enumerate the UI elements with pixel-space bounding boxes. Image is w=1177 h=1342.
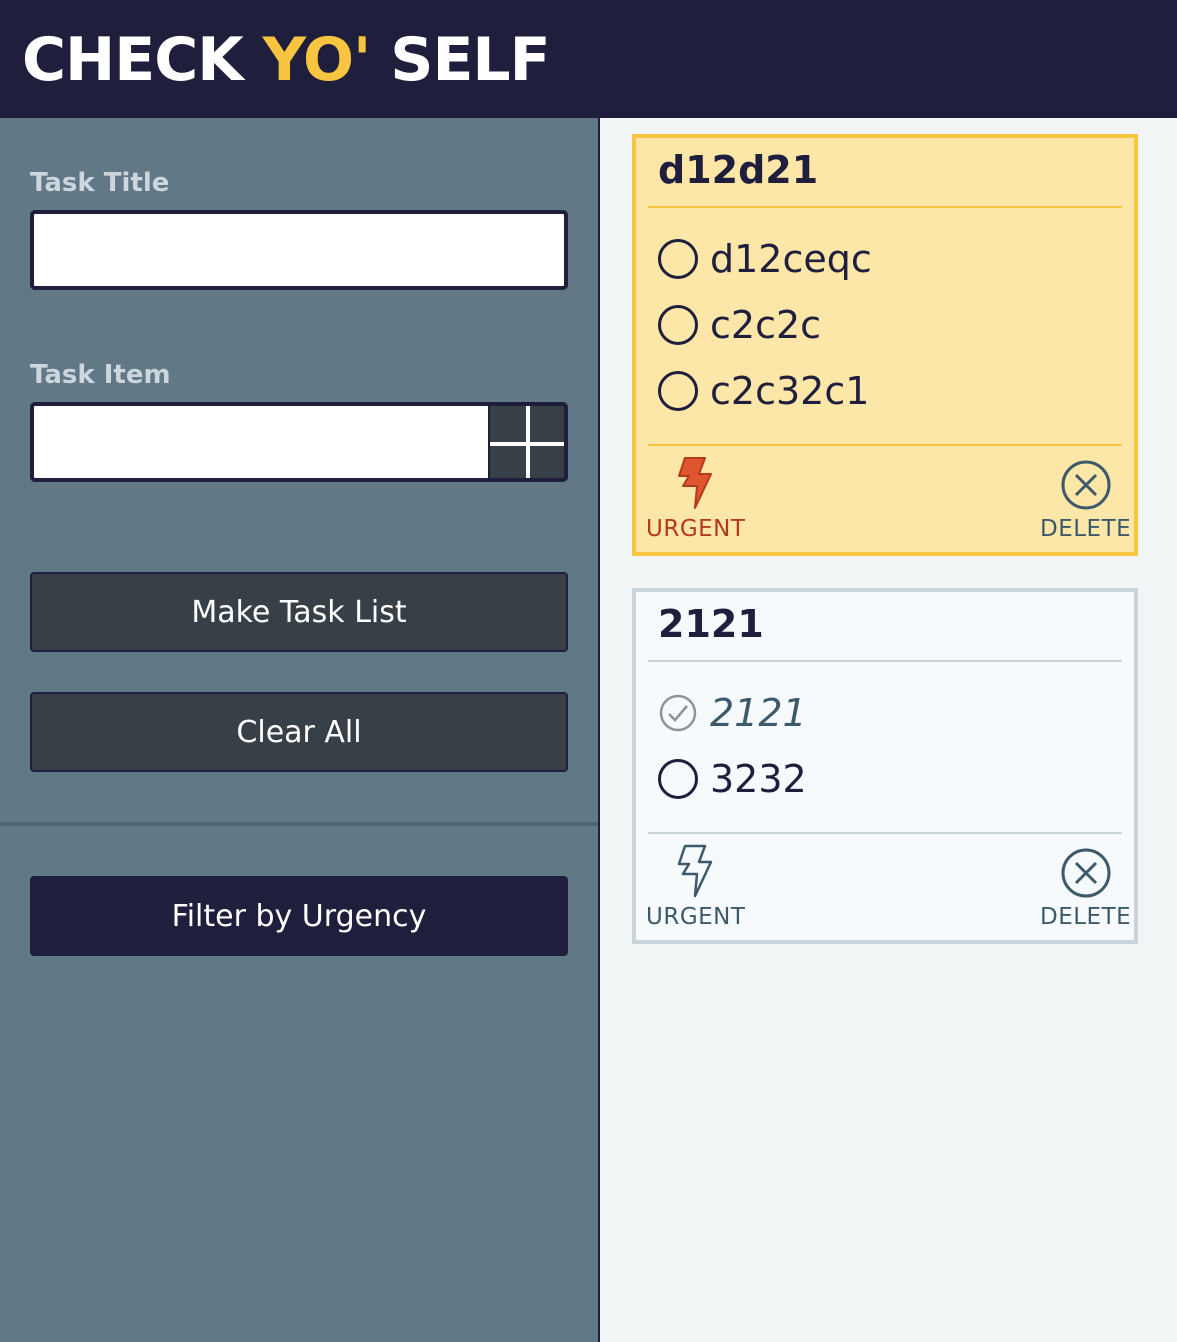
make-task-list-button[interactable]: Make Task List [30, 572, 568, 652]
urgent-button[interactable]: URGENT [646, 456, 745, 542]
task-item-label: Task Item [30, 360, 171, 390]
task-title-input[interactable] [30, 210, 568, 290]
task-item-text: 2121 [710, 691, 807, 735]
app-header: CHECK YO' SELF [0, 0, 1177, 118]
task-item-text: c2c32c1 [710, 369, 870, 413]
card-divider [648, 444, 1122, 446]
task-card-urgent: d12d21 d12ceqc c2c2c c2c32c1 URGENT DELE… [632, 134, 1138, 556]
card-divider [648, 206, 1122, 208]
sidebar-divider [0, 822, 598, 826]
lightning-bolt-icon [677, 457, 712, 509]
task-item-input[interactable] [30, 402, 490, 482]
logo-text-check: CHECK [22, 25, 263, 95]
task-item[interactable]: c2c32c1 [658, 368, 869, 414]
delete-label: DELETE [1040, 516, 1132, 542]
urgent-label: URGENT [646, 516, 746, 542]
task-item-text: 3232 [710, 757, 807, 801]
urgent-label: URGENT [646, 904, 746, 930]
logo-text-yo: YO' [262, 25, 372, 95]
close-circle-icon [1061, 460, 1111, 510]
checked-circle-icon[interactable] [658, 693, 698, 733]
task-item-text: d12ceqc [710, 237, 872, 281]
lightning-bolt-icon [677, 844, 712, 898]
unchecked-circle-icon[interactable] [658, 759, 698, 799]
delete-button[interactable]: DELETE [1040, 458, 1131, 542]
logo-text-self: SELF [370, 25, 550, 95]
filter-by-urgency-button[interactable]: Filter by Urgency [30, 876, 568, 956]
add-task-item-button[interactable] [488, 402, 568, 482]
close-circle-icon [1061, 848, 1111, 898]
card-divider [648, 660, 1122, 662]
urgent-button[interactable]: URGENT [646, 844, 745, 930]
task-item[interactable]: c2c2c [658, 302, 821, 348]
task-card: 2121 2121 3232 URGENT DELETE [632, 588, 1138, 944]
card-title: d12d21 [658, 148, 819, 192]
delete-label: DELETE [1040, 904, 1132, 930]
task-title-label: Task Title [30, 168, 170, 198]
card-title: 2121 [658, 602, 764, 646]
unchecked-circle-icon[interactable] [658, 239, 698, 279]
unchecked-circle-icon[interactable] [658, 305, 698, 345]
unchecked-circle-icon[interactable] [658, 371, 698, 411]
task-item-text: c2c2c [710, 303, 822, 347]
card-divider [648, 832, 1122, 834]
task-item[interactable]: 3232 [658, 756, 807, 802]
app-logo: CHECK YO' SELF [22, 22, 551, 98]
task-item-checked[interactable]: 2121 [658, 690, 807, 736]
sidebar: Task Title Task Item Make Task List Clea… [0, 118, 600, 1342]
clear-all-button[interactable]: Clear All [30, 692, 568, 772]
delete-button[interactable]: DELETE [1040, 846, 1131, 930]
task-item[interactable]: d12ceqc [658, 236, 872, 282]
